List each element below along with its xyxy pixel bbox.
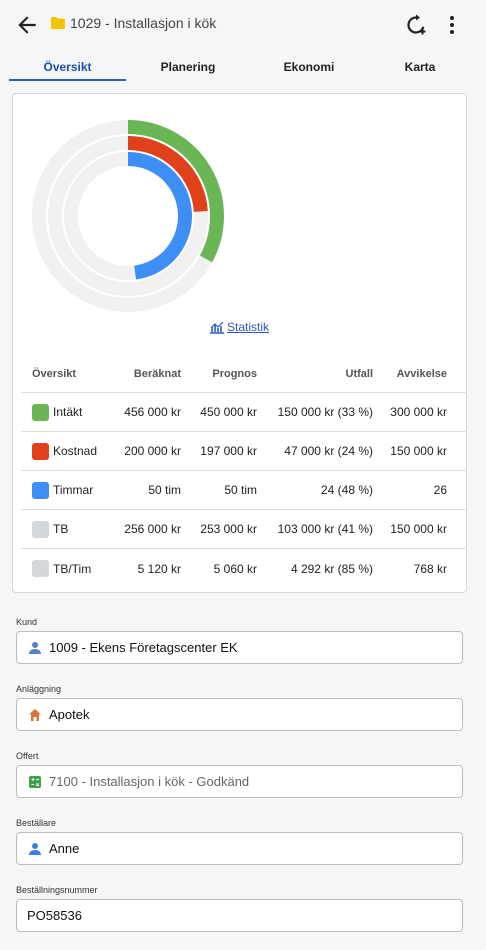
- row-label-cell: TB: [32, 510, 68, 548]
- table-row: Intäkt 456 000 kr 450 000 kr 150 000 kr …: [21, 393, 467, 432]
- row-label: Kostnad: [53, 444, 98, 458]
- value-beraknat: 256 000 kr: [124, 522, 181, 536]
- row-label: Timmar: [53, 483, 94, 497]
- field-label: Offert: [16, 751, 39, 761]
- row-label: TB: [53, 522, 69, 536]
- value-avvikelse: 300 000 kr: [390, 405, 447, 419]
- value-avvikelse: 26: [433, 483, 447, 497]
- header-prognos: Prognos: [212, 368, 257, 380]
- header-beraknat: Beräknat: [133, 368, 181, 380]
- header-utfall: Utfall: [345, 368, 374, 380]
- value-avvikelse: 768 kr: [413, 561, 447, 576]
- value-prognos: 253 000 kr: [200, 522, 257, 536]
- row-label: TB/Tim: [53, 561, 92, 576]
- table-header: Översikt Beräknat Prognos Utfall Avvikel…: [21, 356, 467, 393]
- field-anlaggning: Anläggning Apotek: [16, 684, 463, 731]
- page-title: 1029 - Installasjon i kök: [70, 15, 217, 31]
- field-value: Apotek: [49, 707, 90, 722]
- field-bestallare: Beställare Anne: [16, 818, 463, 865]
- color-swatch: [32, 560, 49, 577]
- field-label: Anläggning: [16, 684, 62, 694]
- row-label-cell: Kostnad: [32, 432, 97, 470]
- row-label-cell: Intäkt: [32, 393, 82, 431]
- bestallare-input[interactable]: Anne: [16, 832, 463, 865]
- tab-oversikt[interactable]: Översikt: [9, 60, 126, 74]
- value-beraknat: 200 000 kr: [124, 444, 181, 458]
- home-icon: [27, 707, 43, 723]
- tab-ekonomi[interactable]: Ekonomi: [252, 60, 366, 74]
- top-bar: 1029 - Installasjon i kök: [0, 0, 486, 48]
- bestallningsnummer-input[interactable]: PO58536: [16, 899, 463, 932]
- table-row: Kostnad 200 000 kr 197 000 kr 47 000 kr …: [21, 432, 467, 471]
- row-label-cell: Timmar: [32, 471, 93, 509]
- back-arrow-icon[interactable]: [14, 12, 40, 38]
- color-swatch: [32, 403, 49, 421]
- field-kund: Kund 1009 - Ekens Företagscenter EK: [16, 617, 463, 664]
- value-utfall: 150 000 kr (33 %): [277, 405, 373, 419]
- color-swatch: [32, 481, 49, 499]
- chart-icon: [210, 321, 224, 334]
- field-value: 7100 - Installasjon i kök - Godkänd: [49, 774, 250, 789]
- row-label-cell: TB/Tim: [32, 549, 91, 588]
- field-label: Beställare: [16, 818, 57, 828]
- value-utfall: 4 292 kr (85 %): [290, 561, 373, 576]
- donut-chart: [32, 120, 224, 312]
- donut-arc-timmar: [127, 152, 192, 280]
- header-avvikelse: Avvikelse: [396, 368, 447, 380]
- field-label: Beställningsnummer: [16, 885, 98, 895]
- row-label: Intäkt: [53, 405, 83, 419]
- field-label: Kund: [16, 617, 38, 627]
- tab-planering[interactable]: Planering: [131, 60, 245, 74]
- overview-table: Översikt Beräknat Prognos Utfall Avvikel…: [21, 356, 467, 588]
- value-prognos: 50 tim: [224, 483, 257, 497]
- value-utfall: 103 000 kr (41 %): [277, 522, 373, 536]
- value-utfall: 24 (48 %): [320, 483, 373, 497]
- color-swatch: [32, 520, 49, 538]
- calculator-icon: [27, 774, 43, 790]
- value-prognos: 450 000 kr: [200, 405, 257, 419]
- anlaggning-input[interactable]: Apotek: [16, 698, 463, 731]
- kund-input[interactable]: 1009 - Ekens Företagscenter EK: [16, 631, 463, 664]
- statistics-link-label: Statistik: [227, 320, 270, 334]
- value-avvikelse: 150 000 kr: [390, 444, 447, 458]
- color-swatch: [32, 442, 49, 460]
- header-oversikt: Översikt: [32, 368, 77, 380]
- value-utfall: 47 000 kr (24 %): [284, 444, 373, 458]
- more-vert-icon[interactable]: [442, 13, 462, 37]
- offert-input[interactable]: 7100 - Installasjon i kök - Godkänd: [16, 765, 463, 798]
- statistics-link[interactable]: Statistik: [209, 320, 269, 334]
- field-value: 1009 - Ekens Företagscenter EK: [49, 640, 238, 655]
- field-value: Anne: [49, 841, 80, 856]
- table-row: TB 256 000 kr 253 000 kr 103 000 kr (41 …: [21, 510, 467, 549]
- overview-card: Statistik Översikt Beräknat Prognos Utfa…: [12, 93, 467, 593]
- tab-bar: Översikt Planering Ekonomi Karta: [0, 52, 486, 82]
- field-offert: Offert 7100 - Installasjon i kök - Godkä…: [16, 751, 463, 798]
- table-row: Timmar 50 tim 50 tim 24 (48 %) 26: [21, 471, 467, 510]
- value-prognos: 197 000 kr: [200, 444, 257, 458]
- tab-karta[interactable]: Karta: [363, 60, 477, 74]
- field-bestallningsnummer: Beställningsnummer PO58536: [16, 885, 463, 932]
- table-row: TB/Tim 5 120 kr 5 060 kr 4 292 kr (85 %)…: [21, 549, 467, 588]
- folder-icon: [51, 17, 65, 29]
- refresh-add-icon[interactable]: [404, 13, 428, 37]
- person-icon: [27, 640, 43, 656]
- field-value: PO58536: [27, 908, 82, 923]
- value-avvikelse: 150 000 kr: [390, 522, 447, 536]
- value-beraknat: 5 120 kr: [137, 561, 181, 576]
- value-beraknat: 50 tim: [148, 483, 181, 497]
- active-tab-indicator: [9, 79, 126, 81]
- person-icon: [27, 841, 43, 857]
- value-beraknat: 456 000 kr: [124, 405, 181, 419]
- value-prognos: 5 060 kr: [213, 561, 257, 576]
